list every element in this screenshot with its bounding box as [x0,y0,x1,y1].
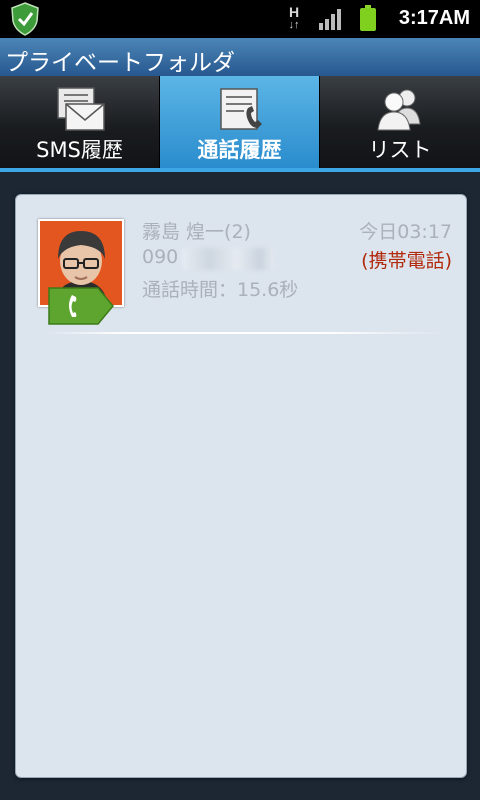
tab-list[interactable]: リスト [320,76,480,168]
tab-label: 通話履歴 [197,138,282,162]
tab-sms-history[interactable]: SMS履歴 [0,76,160,168]
incoming-call-tag-icon [48,287,114,325]
battery-icon [360,5,376,31]
call-duration: 通話時間：15.6秒 [142,279,299,301]
shield-app-icon [11,2,39,36]
signal-icon [319,9,341,30]
entry-divider [44,332,444,334]
call-log-entry[interactable]: 霧島 煌一(2) 今日03:17 090 (携帯電話) 通話時間：15.6秒 [16,195,466,335]
masked-number [182,248,274,270]
status-bar: H ↓↑ 3:17AM [0,0,480,38]
tab-label: リスト [368,138,432,162]
tab-label: SMS履歴 [36,138,123,162]
status-time: 3:17AM [398,7,470,29]
call-time: 今日03:17 [359,221,452,243]
sms-envelope-icon [56,87,105,131]
contact-name: 霧島 煌一(2) [142,221,251,243]
network-h-icon: H ↓↑ [288,4,300,31]
call-log-panel: 霧島 煌一(2) 今日03:17 090 (携帯電話) 通話時間：15.6秒 [15,194,467,778]
call-type: (携帯電話) [361,250,452,272]
phone-number: 090 [142,246,179,268]
contacts-list-icon [377,89,421,131]
call-log-icon [219,88,262,130]
app-title: プライベートフォルダ [5,50,235,76]
tab-bar: SMS履歴 通話履歴 リスト [0,76,480,168]
tab-call-history[interactable]: 通話履歴 [160,76,320,168]
tab-indicator-line [0,168,480,172]
app-title-bar: プライベートフォルダ [0,38,480,76]
